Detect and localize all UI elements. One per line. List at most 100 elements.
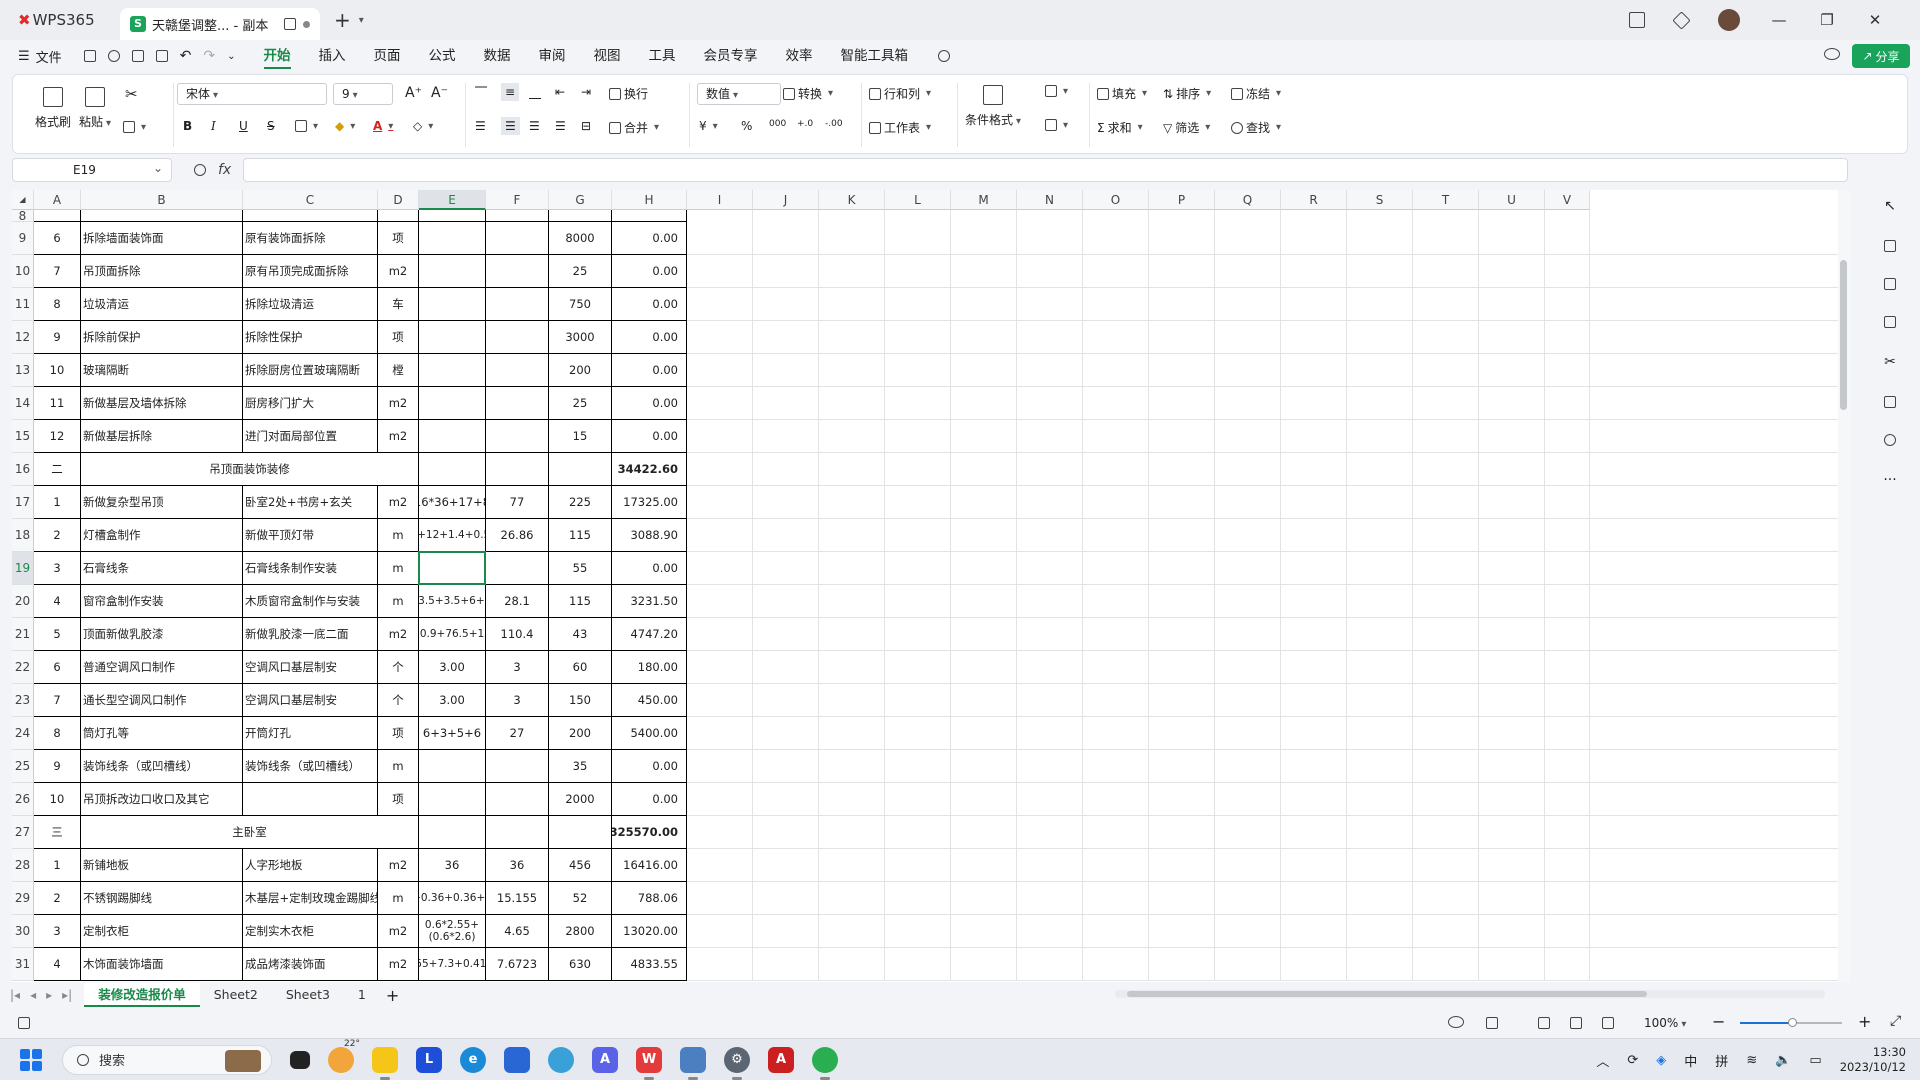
row-header[interactable]: 8 [12, 209, 34, 223]
freeze-button[interactable]: 冻结 [1231, 85, 1281, 102]
table-cell[interactable]: 新做复杂型吊顶 [81, 486, 243, 519]
table-cell[interactable]: 卧室2处+书房+玄关 [243, 486, 378, 519]
chart-app-icon[interactable] [680, 1046, 706, 1080]
table-cell[interactable]: m2 [378, 255, 419, 288]
tab-formula[interactable]: 公式 [429, 40, 456, 72]
decrease-decimal-button[interactable]: -.00 [825, 119, 843, 129]
table-cell[interactable]: 顶面新做乳胶漆 [81, 618, 243, 651]
table-cell[interactable]: 15 [549, 420, 612, 453]
column-header[interactable]: D [378, 190, 419, 210]
zoom-out-button[interactable]: − [1712, 1012, 1725, 1031]
table-cell[interactable] [419, 210, 486, 222]
indent-decrease-icon[interactable]: ⇤ [555, 85, 565, 99]
name-box[interactable]: E19 [12, 157, 172, 182]
row-header[interactable]: 16 [12, 453, 34, 486]
table-cell[interactable]: 43 [549, 618, 612, 651]
table-cell[interactable]: 原有装饰面拆除 [243, 222, 378, 255]
table-cell[interactable] [549, 210, 612, 222]
row-header[interactable]: 31 [12, 948, 34, 981]
table-cell[interactable]: 6 [34, 651, 81, 684]
table-cell[interactable]: 0.6*2.55+(0.6*2.6) [419, 915, 486, 948]
table-cell[interactable]: 10 [34, 354, 81, 387]
tab-efficiency[interactable]: 效率 [786, 40, 813, 72]
column-header[interactable]: E [419, 190, 486, 210]
table-cell[interactable]: 7 [34, 255, 81, 288]
row-header[interactable]: 30 [12, 915, 34, 948]
table-cell[interactable]: 7 [34, 684, 81, 717]
row-header[interactable]: 25 [12, 750, 34, 783]
table-cell[interactable]: 2800 [549, 915, 612, 948]
ime-mode[interactable]: 拼 [1715, 1051, 1728, 1070]
table-cell[interactable]: 5 [34, 618, 81, 651]
table-cell[interactable]: 项 [378, 717, 419, 750]
table-cell[interactable]: 7.04+0.36+0.36+7.395 [419, 882, 486, 915]
task-view-icon[interactable] [290, 1050, 310, 1069]
table-cell[interactable]: 36 [419, 849, 486, 882]
table-cell[interactable]: 樘 [378, 354, 419, 387]
table-cell[interactable] [486, 210, 549, 222]
row-header[interactable]: 22 [12, 651, 34, 684]
volume-icon[interactable]: 🔈 [1775, 1053, 1791, 1068]
document-tab[interactable]: S 天赣堡调整... - 副本 [120, 8, 320, 40]
minimize-button[interactable]: — [1770, 11, 1788, 29]
paste-button[interactable]: 粘贴 [79, 87, 111, 130]
table-cell[interactable]: 项 [378, 783, 419, 816]
cell-style-button[interactable] [1045, 85, 1068, 97]
table-cell[interactable]: 7+3.5+3.5+6+8.1 [419, 585, 486, 618]
focus-mode-icon[interactable] [1486, 1017, 1498, 1029]
table-cell[interactable]: 4747.20 [612, 618, 687, 651]
tab-insert[interactable]: 插入 [319, 40, 346, 72]
row-header[interactable]: 27 [12, 816, 34, 849]
justify-icon[interactable]: ☰ [555, 119, 566, 133]
table-cell[interactable]: 0.00 [612, 783, 687, 816]
table-cell[interactable]: 456 [549, 849, 612, 882]
table-cell[interactable]: 4 [34, 585, 81, 618]
table-cell[interactable]: 34422.60 [612, 453, 687, 486]
tab-list-chevron-icon[interactable]: ▾ [359, 15, 364, 26]
eye-protection-icon[interactable] [1448, 1016, 1464, 1028]
help-icon[interactable] [1884, 434, 1896, 446]
last-sheet-icon[interactable]: ▸| [62, 988, 72, 1002]
zoom-in-button[interactable]: + [1858, 1012, 1871, 1031]
column-header[interactable]: U [1479, 190, 1545, 210]
table-cell[interactable]: 窗帘盒制作安装 [81, 585, 243, 618]
table-cell[interactable] [486, 222, 549, 255]
column-header[interactable]: G [549, 190, 612, 210]
table-cell[interactable] [486, 354, 549, 387]
zoom-slider[interactable] [1740, 1018, 1842, 1027]
table-cell[interactable]: 木饰面装饰墙面 [81, 948, 243, 981]
column-header[interactable]: H [612, 190, 687, 210]
table-cell[interactable] [419, 816, 486, 849]
horizontal-scroll-thumb[interactable] [1127, 991, 1647, 997]
table-cell[interactable]: 新做乳胶漆一底二面 [243, 618, 378, 651]
table-cell[interactable]: 0.00 [612, 354, 687, 387]
close-button[interactable]: ✕ [1866, 11, 1884, 29]
table-cell[interactable]: 325570.00 [612, 816, 687, 849]
table-cell[interactable]: 0.00 [612, 255, 687, 288]
fullscreen-icon[interactable]: ⤢ [1890, 1013, 1901, 1029]
table-cell[interactable]: 石膏线条 [81, 552, 243, 585]
file-explorer-icon[interactable] [372, 1046, 398, 1080]
table-cell[interactable]: 拆除性保护 [243, 321, 378, 354]
table-cell[interactable] [419, 783, 486, 816]
wechat-icon[interactable] [812, 1046, 838, 1080]
number-format-select[interactable]: 数值 [697, 83, 781, 105]
select-all-corner[interactable]: ◢ [12, 190, 34, 210]
table-cell[interactable]: 筒灯孔等 [81, 717, 243, 750]
table-cell[interactable]: m2 [378, 486, 419, 519]
distribute-icon[interactable]: ⊟ [581, 119, 591, 133]
table-cell[interactable]: 新做基层及墙体拆除 [81, 387, 243, 420]
edge-icon[interactable]: e [460, 1046, 486, 1073]
print-icon[interactable] [131, 50, 144, 62]
column-header[interactable]: C [243, 190, 378, 210]
conditional-format-button[interactable]: 条件格式 [965, 85, 1021, 128]
table-cell[interactable] [419, 552, 486, 585]
table-cell[interactable]: 新铺地板 [81, 849, 243, 882]
column-header[interactable]: S [1347, 190, 1413, 210]
table-cell[interactable]: 8 [34, 717, 81, 750]
table-cell[interactable] [378, 210, 419, 222]
table-cell[interactable] [243, 210, 378, 222]
table-cell[interactable]: 拆除墙面装饰面 [81, 222, 243, 255]
tab-smart-toolbox[interactable]: 智能工具箱 [841, 40, 909, 72]
sum-button[interactable]: Σ 求和 [1097, 119, 1143, 136]
